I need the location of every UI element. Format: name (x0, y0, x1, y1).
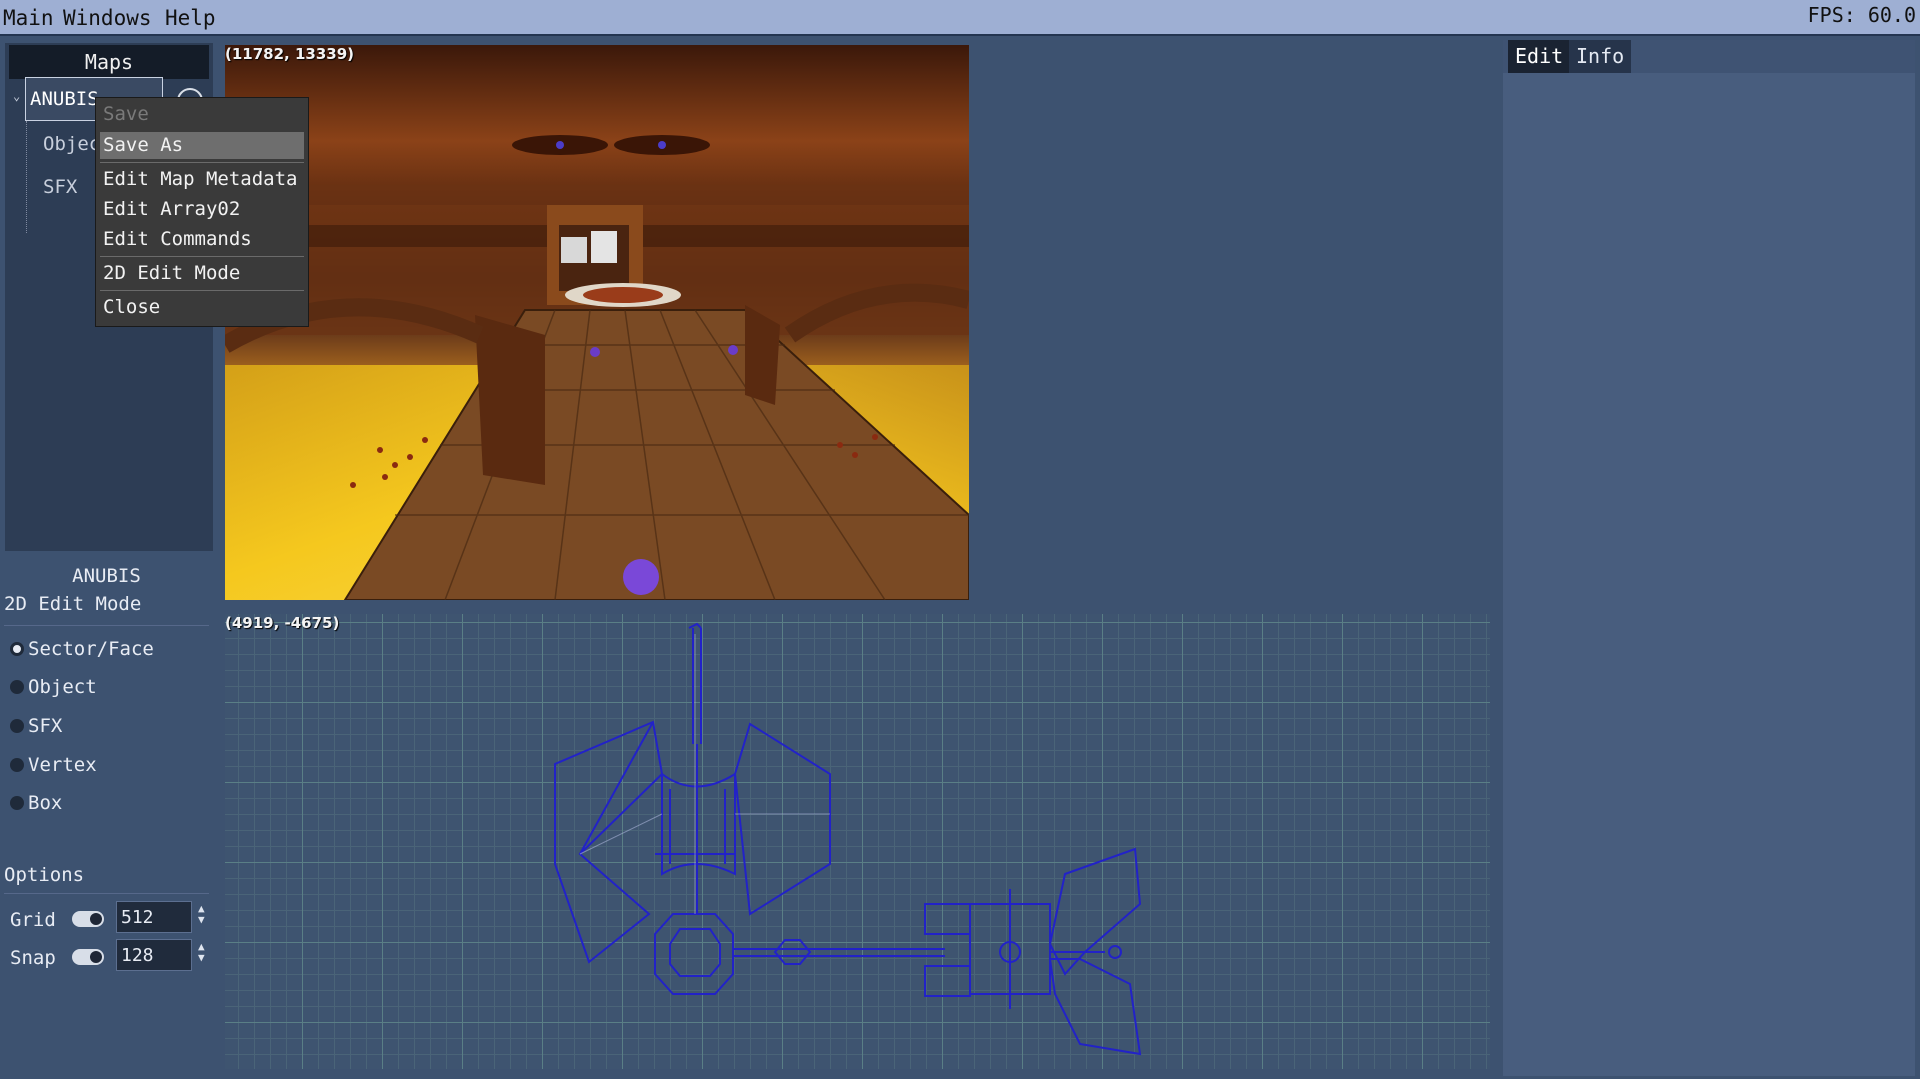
options-label: Options (4, 864, 85, 886)
menu-item-save[interactable]: Save (100, 101, 304, 128)
menu-item-save-as[interactable]: Save As (100, 132, 304, 159)
tree-guide-line (26, 121, 27, 233)
radio-icon (10, 680, 24, 694)
radio-box[interactable]: Box (10, 792, 62, 814)
maps-header: Maps (9, 45, 209, 79)
menu-windows[interactable]: Windows (63, 6, 152, 30)
menu-divider (100, 290, 304, 291)
radio-icon (10, 719, 24, 733)
grid-toggle[interactable] (72, 911, 104, 927)
menu-item-2d-edit-mode[interactable]: 2D Edit Mode (100, 260, 304, 287)
menu-divider (100, 162, 304, 163)
tab-info[interactable]: Info (1569, 40, 1632, 73)
snap-toggle[interactable] (72, 949, 104, 965)
radio-sfx[interactable]: SFX (10, 715, 62, 737)
divider (4, 625, 209, 626)
edit-map-name: ANUBIS (72, 565, 141, 587)
menu-divider (100, 256, 304, 257)
tab-edit[interactable]: Edit (1508, 40, 1571, 73)
map-context-menu: Save Save As Edit Map Metadata Edit Arra… (95, 97, 309, 327)
menu-main[interactable]: Main (3, 6, 54, 30)
snap-spinner-icon[interactable]: ▲ ▼ (198, 941, 205, 963)
tree-item-sfx[interactable]: SFX (43, 176, 77, 198)
divider (4, 893, 209, 894)
radio-label: SFX (28, 715, 63, 737)
radio-icon (10, 796, 24, 810)
menu-help[interactable]: Help (165, 6, 216, 30)
edit-mode-label: 2D Edit Mode (4, 593, 142, 615)
radio-sector-face[interactable]: Sector/Face (10, 638, 154, 660)
grid-input[interactable]: 512 (116, 901, 192, 933)
viewport-3d-coords: (11782, 13339) (225, 45, 355, 63)
snap-label: Snap (10, 947, 56, 969)
grid-spinner-icon[interactable]: ▲ ▼ (198, 903, 205, 925)
properties-panel: Edit Info (1503, 40, 1915, 1076)
menu-item-edit-map-metadata[interactable]: Edit Map Metadata (100, 166, 304, 193)
fps-counter: FPS: 60.0 (1807, 3, 1916, 27)
edit-mode-panel: ANUBIS 2D Edit Mode Sector/Face Object S… (0, 553, 213, 1076)
radio-label: Object (28, 676, 97, 698)
snap-input[interactable]: 128 (116, 939, 192, 971)
map-wireframe (554, 622, 1142, 1056)
viewport-2d[interactable]: (4919, -4675) (225, 614, 1490, 1069)
menu-item-edit-commands[interactable]: Edit Commands (100, 226, 304, 253)
radio-label: Box (28, 792, 63, 814)
viewport-3d[interactable]: (11782, 13339) (225, 45, 969, 600)
radio-label: Sector/Face (28, 638, 154, 660)
menu-item-edit-array02[interactable]: Edit Array02 (100, 196, 304, 223)
radio-icon (10, 758, 24, 772)
scene-geometry (225, 135, 969, 600)
radio-object[interactable]: Object (10, 676, 97, 698)
radio-vertex[interactable]: Vertex (10, 754, 97, 776)
menubar: Main Windows Help FPS: 60.0 (0, 0, 1920, 36)
radio-label: Vertex (28, 754, 97, 776)
grid-label: Grid (10, 909, 56, 931)
viewport-2d-coords: (4919, -4675) (225, 614, 340, 632)
tree-expand-icon[interactable]: ⌄ (13, 89, 20, 103)
menu-item-close[interactable]: Close (100, 294, 304, 321)
radio-selected-icon (10, 642, 24, 656)
